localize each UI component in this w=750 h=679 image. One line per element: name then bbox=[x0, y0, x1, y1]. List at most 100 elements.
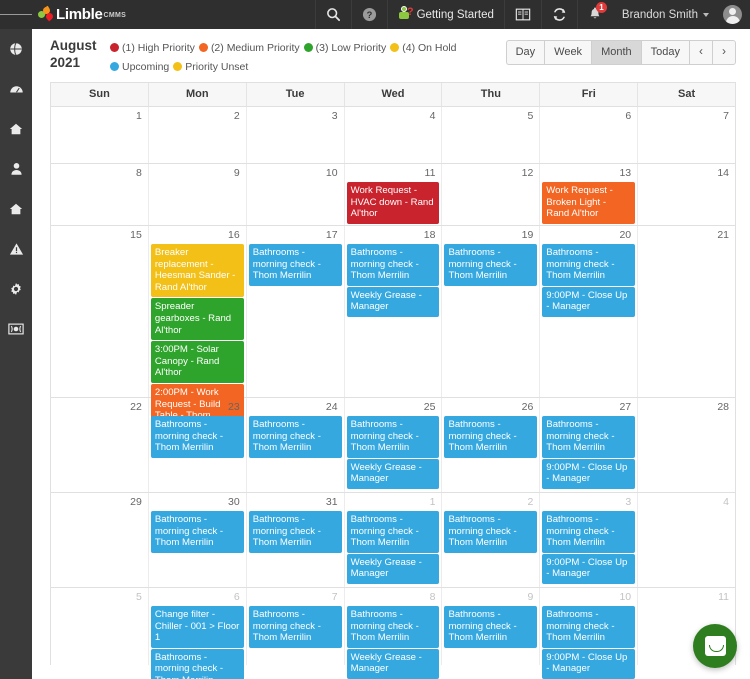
calendar-day-cell[interactable]: 22 bbox=[51, 398, 149, 492]
calendar-event[interactable]: Bathrooms - morning check - Thom Merrili… bbox=[542, 606, 636, 648]
calendar-day-cell[interactable]: 30 Bathrooms - morning check - Thom Merri… bbox=[149, 493, 247, 587]
calendar-event[interactable]: Bathrooms - morning check - Thom Merrili… bbox=[248, 416, 342, 458]
calendar-day-cell[interactable]: 13 Work Request - Broken Light - Rand Al'… bbox=[540, 164, 639, 225]
calendar-event[interactable]: 9:00PM - Close Up - Manager bbox=[542, 458, 636, 489]
calendar-day-cell[interactable]: 12 bbox=[442, 164, 541, 225]
calendar-day-cell[interactable]: 26 Bathrooms - morning check - Thom Merri… bbox=[442, 398, 541, 492]
calendar-event[interactable]: Spreader gearboxes - Rand Al'thor bbox=[150, 298, 244, 341]
calendar-day-cell[interactable]: 1 bbox=[51, 107, 149, 163]
calendar-event[interactable]: Bathrooms - morning check - Thom Merrili… bbox=[542, 416, 636, 458]
calendar-event[interactable]: Bathrooms - morning check - Thom Merrili… bbox=[444, 606, 538, 648]
view-button-today[interactable]: Today bbox=[640, 40, 689, 65]
next-period-button[interactable]: › bbox=[712, 40, 736, 65]
calendar-day-cell[interactable]: 11 Work Request - HVAC down - Rand Al'tho… bbox=[345, 164, 443, 225]
calendar-event[interactable]: Bathrooms - morning check - Thom Merrili… bbox=[346, 416, 440, 458]
sidebar-item-locations[interactable] bbox=[0, 189, 32, 229]
view-button-day[interactable]: Day bbox=[505, 40, 545, 65]
calendar-event[interactable]: 9:00PM - Close Up - Manager bbox=[542, 286, 636, 317]
chat-widget-button[interactable] bbox=[693, 624, 737, 668]
calendar-event[interactable]: Bathrooms - morning check - Thom Merrili… bbox=[542, 244, 636, 286]
calendar-event[interactable]: Bathrooms - morning check - Thom Merrili… bbox=[150, 416, 244, 458]
calendar-event[interactable]: Weekly Grease - Manager bbox=[346, 553, 440, 584]
user-avatar[interactable] bbox=[719, 0, 750, 29]
calendar-day-cell[interactable]: 15 bbox=[51, 226, 149, 397]
calendar-day-cell[interactable]: 9 bbox=[149, 164, 247, 225]
view-button-month[interactable]: Month bbox=[591, 40, 641, 65]
calendar-event[interactable]: 9:00PM - Close Up - Manager bbox=[542, 553, 636, 584]
hamburger-menu-icon[interactable] bbox=[0, 0, 33, 29]
calendar-event[interactable]: 3:00PM - Solar Canopy - Rand Al'thor bbox=[150, 341, 244, 383]
calendar-day-cell[interactable]: 10 bbox=[247, 164, 345, 225]
calendar-day-cell[interactable]: 3 Bathrooms - morning check - Thom Merril… bbox=[540, 493, 639, 587]
view-button-week[interactable]: Week bbox=[544, 40, 592, 65]
calendar-day-cell[interactable]: 8 Bathrooms - morning check - Thom Merril… bbox=[345, 588, 443, 679]
calendar-day-cell[interactable]: 17 Bathrooms - morning check - Thom Merri… bbox=[247, 226, 345, 397]
calendar-day-cell[interactable]: 4 bbox=[638, 493, 735, 587]
sidebar-item-users[interactable] bbox=[0, 149, 32, 189]
sidebar-item-assets[interactable] bbox=[0, 109, 32, 149]
calendar-day-cell[interactable]: 5 bbox=[51, 588, 149, 665]
calendar-event[interactable]: Bathrooms - morning check - Thom Merrili… bbox=[444, 511, 538, 553]
calendar-day-cell[interactable]: 3 bbox=[247, 107, 345, 163]
calendar-day-cell[interactable]: 10 Bathrooms - morning check - Thom Merri… bbox=[540, 588, 639, 679]
sidebar-item-dashboard[interactable] bbox=[0, 69, 32, 109]
calendar-day-cell[interactable]: 14 bbox=[638, 164, 735, 225]
calendar-day-cell[interactable]: 25 Bathrooms - morning check - Thom Merri… bbox=[345, 398, 443, 492]
calendar-day-cell[interactable]: 16 Breaker replacement - Heesman Sander -… bbox=[149, 226, 247, 438]
calendar-day-cell[interactable]: 23 Bathrooms - morning check - Thom Merri… bbox=[149, 398, 247, 492]
calendar-day-cell[interactable]: 6 Change filter - Chiller - 001 > Floor 1… bbox=[149, 588, 247, 679]
brand-logo[interactable]: Limble CMMS bbox=[32, 5, 126, 22]
sidebar-item-settings[interactable] bbox=[0, 269, 32, 309]
calendar-day-cell[interactable]: 2 Bathrooms - morning check - Thom Merril… bbox=[442, 493, 541, 587]
calendar-day-cell[interactable]: 27 Bathrooms - morning check - Thom Merri… bbox=[540, 398, 639, 492]
calendar-day-cell[interactable]: 31 Bathrooms - morning check - Thom Merri… bbox=[247, 493, 345, 587]
calendar-event[interactable]: Bathrooms - morning check - Thom Merrili… bbox=[248, 511, 342, 553]
calendar-event[interactable]: 9:00PM - Close Up - Manager bbox=[542, 648, 636, 679]
sidebar-item-parts[interactable] bbox=[0, 309, 32, 349]
calendar-event[interactable]: Weekly Grease - Manager bbox=[346, 286, 440, 317]
calendar-event[interactable]: Work Request - HVAC down - Rand Al'thor bbox=[346, 182, 440, 224]
tasks-button[interactable] bbox=[503, 0, 541, 29]
calendar-day-cell[interactable]: 4 bbox=[345, 107, 443, 163]
notifications-button[interactable]: 1 bbox=[576, 0, 612, 29]
calendar-event[interactable]: Bathrooms - morning check - Thom Merrili… bbox=[248, 606, 342, 648]
calendar-day-cell[interactable]: 8 bbox=[51, 164, 149, 225]
calendar-event[interactable]: Change filter - Chiller - 001 > Floor 1 bbox=[150, 606, 244, 648]
calendar-day-cell[interactable]: 28 bbox=[638, 398, 735, 492]
search-button[interactable] bbox=[314, 0, 351, 29]
calendar-day-cell[interactable]: 9 Bathrooms - morning check - Thom Merril… bbox=[442, 588, 541, 665]
calendar-event[interactable]: Bathrooms - morning check - Thom Merrili… bbox=[248, 244, 342, 286]
calendar-day-cell[interactable]: 18 Bathrooms - morning check - Thom Merri… bbox=[345, 226, 443, 397]
calendar-day-cell[interactable]: 21 bbox=[638, 226, 735, 397]
calendar-event[interactable]: Weekly Grease - Manager bbox=[346, 458, 440, 489]
calendar-day-cell[interactable]: 29 bbox=[51, 493, 149, 587]
calendar-event[interactable]: Bathrooms - morning check - Thom Merrili… bbox=[346, 606, 440, 648]
sidebar-item-globe[interactable] bbox=[0, 29, 32, 69]
calendar-day-cell[interactable]: 6 bbox=[540, 107, 639, 163]
sidebar-item-alerts[interactable] bbox=[0, 229, 32, 269]
calendar-event[interactable]: Bathrooms - morning check - Thom Merrili… bbox=[346, 244, 440, 286]
calendar-day-cell[interactable]: 24 Bathrooms - morning check - Thom Merri… bbox=[247, 398, 345, 492]
calendar-event[interactable]: Weekly Grease - Manager bbox=[346, 648, 440, 679]
calendar-event[interactable]: Bathrooms - morning check - Thom Merrili… bbox=[542, 511, 636, 553]
calendar-day-cell[interactable]: 1 Bathrooms - morning check - Thom Merril… bbox=[345, 493, 443, 587]
help-button[interactable]: ? bbox=[350, 0, 387, 29]
calendar-event[interactable]: Bathrooms - morning check - Thom Merrili… bbox=[346, 511, 440, 553]
calendar-event[interactable]: Work Request - Broken Light - Rand Al'th… bbox=[542, 182, 636, 224]
calendar-event[interactable]: Bathrooms - morning check - Thom Merrili… bbox=[444, 244, 538, 286]
getting-started-button[interactable]: ? Getting Started bbox=[386, 0, 504, 29]
calendar-event[interactable]: Breaker replacement - Heesman Sander - R… bbox=[150, 244, 244, 298]
calendar-day-cell[interactable]: 19 Bathrooms - morning check - Thom Merri… bbox=[442, 226, 541, 397]
calendar-day-cell[interactable]: 7 bbox=[638, 107, 735, 163]
calendar-event[interactable]: Bathrooms - morning check - Thom Merrili… bbox=[444, 416, 538, 458]
calendar-event[interactable]: Bathrooms - morning check - Thom Merrili… bbox=[150, 511, 244, 553]
prev-period-button[interactable]: ‹ bbox=[689, 40, 712, 65]
calendar-day-cell[interactable]: 5 bbox=[442, 107, 541, 163]
user-menu-button[interactable]: Brandon Smith bbox=[612, 0, 719, 29]
calendar-day-cell[interactable]: 7 Bathrooms - morning check - Thom Merril… bbox=[247, 588, 345, 665]
refresh-button[interactable] bbox=[540, 0, 577, 29]
legend-item: (3) Low Priority bbox=[303, 38, 386, 57]
calendar-day-cell[interactable]: 2 bbox=[149, 107, 247, 163]
calendar-day-cell[interactable]: 20 Bathrooms - morning check - Thom Merri… bbox=[540, 226, 639, 397]
calendar-event[interactable]: Bathrooms - morning check - Thom Merrili… bbox=[150, 648, 244, 679]
